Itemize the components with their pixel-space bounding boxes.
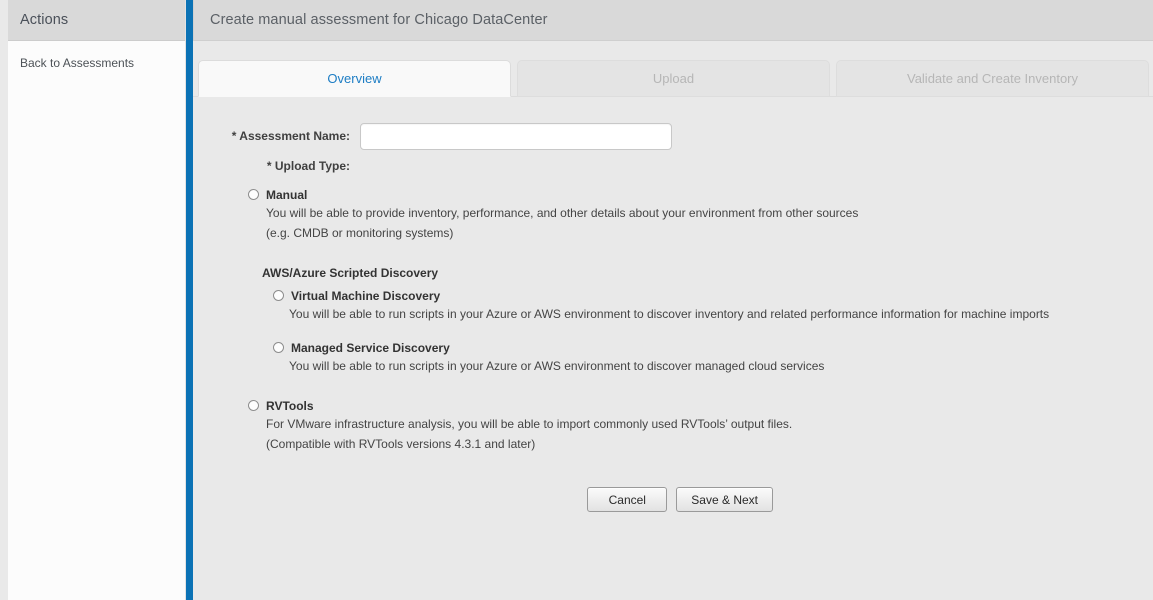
radio-virtual-machine-discovery[interactable] [273, 290, 284, 301]
app-root: Actions Back to Assessments Create manua… [0, 0, 1153, 600]
option-manual-desc-line1: You will be able to provide inventory, p… [266, 206, 859, 220]
tab-bar: Overview Upload Validate and Create Inve… [193, 60, 1153, 105]
option-manual-title[interactable]: Manual [266, 187, 307, 203]
overview-form: * Assessment Name: * Upload Type: Manual… [193, 105, 1153, 512]
main-content: Create manual assessment for Chicago Dat… [193, 0, 1153, 600]
option-rvtools-title[interactable]: RVTools [266, 398, 314, 414]
option-rvtools-desc-line2: (Compatible with RVTools versions 4.3.1 … [266, 437, 536, 451]
option-vm-desc-line1: You will be able to run scripts in your … [289, 307, 1050, 321]
tab-overview[interactable]: Overview [198, 60, 511, 97]
upload-type-label: * Upload Type: [266, 159, 350, 173]
sidebar-item-back-to-assessments[interactable]: Back to Assessments [8, 53, 185, 74]
radio-rvtools[interactable] [248, 400, 259, 411]
radio-manual[interactable] [248, 189, 259, 200]
sidebar-header: Actions [8, 0, 185, 41]
option-msd-head: Managed Service Discovery [273, 340, 1153, 356]
option-rvtools-head: RVTools [248, 398, 1153, 414]
option-manual-head: Manual [248, 187, 1153, 203]
sidebar: Actions Back to Assessments [8, 0, 186, 600]
radio-managed-service-discovery[interactable] [273, 342, 284, 353]
option-managed-service-discovery: Managed Service Discovery You will be ab… [248, 340, 1153, 376]
options-spacer-1 [248, 326, 1153, 340]
form-actions: Cancel Save & Next [193, 487, 1153, 512]
cancel-button[interactable]: Cancel [587, 487, 668, 512]
page-title: Create manual assessment for Chicago Dat… [210, 12, 548, 28]
options-spacer-2 [248, 378, 1153, 398]
sidebar-body: Back to Assessments [8, 41, 185, 74]
sidebar-title: Actions [20, 12, 69, 28]
save-and-next-button[interactable]: Save & Next [676, 487, 773, 512]
tab-overview-label: Overview [327, 71, 382, 86]
upload-type-row: * Upload Type: [193, 159, 1153, 173]
option-vm-title[interactable]: Virtual Machine Discovery [291, 288, 440, 304]
option-virtual-machine-discovery: Virtual Machine Discovery You will be ab… [248, 288, 1153, 324]
option-rvtools: RVTools For VMware infrastructure analys… [248, 398, 1153, 454]
assessment-name-input[interactable] [360, 122, 672, 150]
page-header: Create manual assessment for Chicago Dat… [193, 0, 1153, 41]
upload-type-options: Manual You will be able to provide inven… [193, 187, 1153, 454]
option-vm-head: Virtual Machine Discovery [273, 288, 1153, 304]
option-manual-desc-line2: (e.g. CMDB or monitoring systems) [266, 226, 454, 240]
assessment-name-label: * Assessment Name: [231, 129, 350, 143]
option-manual: Manual You will be able to provide inven… [248, 187, 1153, 243]
option-rvtools-desc-line1: For VMware infrastructure analysis, you … [266, 417, 793, 431]
option-msd-title[interactable]: Managed Service Discovery [291, 340, 450, 356]
accent-rail-divider [186, 0, 193, 600]
assessment-name-row: * Assessment Name: [193, 121, 1153, 151]
tab-upload[interactable]: Upload [517, 60, 830, 97]
option-msd-desc-line1: You will be able to run scripts in your … [289, 359, 825, 373]
tab-validate-and-create-inventory[interactable]: Validate and Create Inventory [836, 60, 1149, 97]
left-gutter [0, 0, 8, 600]
tab-upload-label: Upload [652, 71, 695, 86]
tab-validate-label: Validate and Create Inventory [906, 71, 1079, 86]
group-heading-scripted-discovery: AWS/Azure Scripted Discovery [262, 266, 439, 280]
